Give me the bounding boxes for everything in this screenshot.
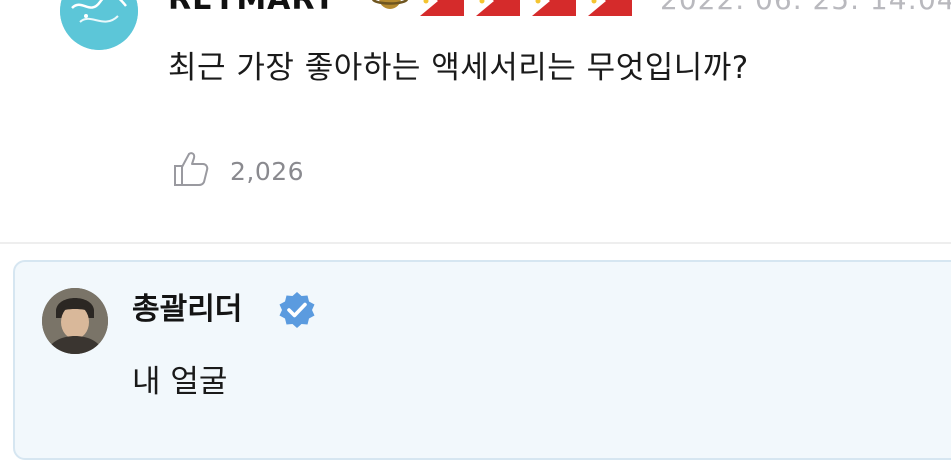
reply-avatar[interactable] [42,288,108,354]
post-author-name[interactable]: REYMART [168,0,336,18]
post-text: 최근 가장 좋아하는 액세서리는 무엇입니까? [168,50,749,86]
reply-author-name[interactable]: 총괄리더 [132,290,242,330]
flag-icon [588,0,633,20]
verified-check-icon [278,291,316,329]
reply-text: 내 얼굴 [132,364,228,400]
planet-icon [372,0,408,20]
author-badges [372,0,639,16]
like-count: 2,026 [230,156,305,186]
like-button[interactable]: 2,026 [172,150,304,192]
divider [0,242,951,244]
flag-icon [532,0,577,20]
thumbs-up-icon[interactable] [172,150,210,192]
avatar[interactable] [60,0,138,50]
flag-icon [420,0,465,20]
post-timestamp: 2022. 06. 25. 14:04 [660,0,951,18]
flag-icon [476,0,521,20]
